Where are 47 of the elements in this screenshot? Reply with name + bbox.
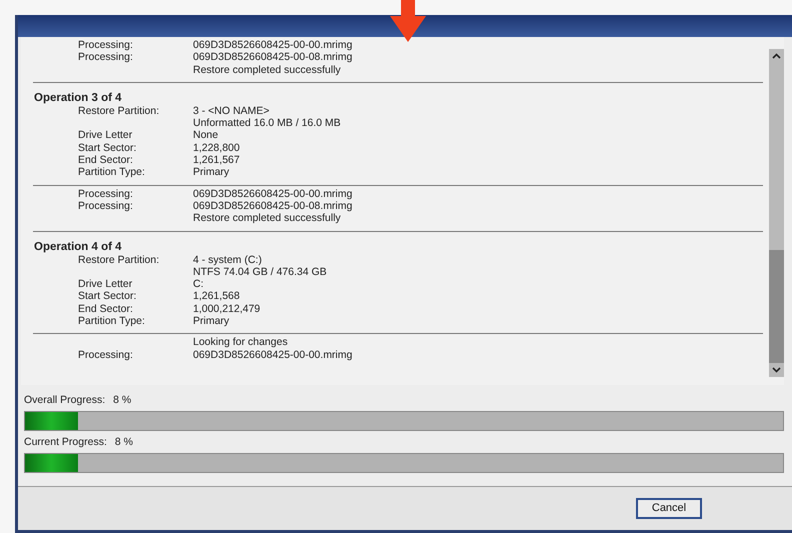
- field-value: 069D3D8526608425-00-08.mrimg: [193, 51, 352, 64]
- field-value: 069D3D8526608425-00-00.mrimg: [193, 188, 352, 200]
- field-value: 069D3D8526608425-00-08.mrimg: [193, 200, 352, 212]
- field-label: Partition Type:: [78, 315, 146, 328]
- field-value: Unformatted 16.0 MB / 16.0 MB: [193, 117, 341, 130]
- field-label: Start Sector:: [78, 290, 138, 303]
- field-value: 1,228,800: [193, 142, 240, 154]
- field-label: Processing:: [78, 39, 134, 52]
- field-value: 069D3D8526608425-00-00.mrimg: [193, 39, 352, 52]
- field-value: Primary: [193, 315, 230, 328]
- field-label: Processing:: [78, 200, 134, 212]
- field-value: 1,261,567: [193, 154, 240, 166]
- field-value: Restore completed successfully: [193, 212, 341, 225]
- field-value: Primary: [193, 166, 230, 179]
- scroll-down-icon[interactable]: [772, 366, 781, 373]
- field-label: Restore Partition:: [78, 104, 160, 118]
- field-label: End Sector:: [78, 302, 134, 316]
- progress-label: Current Progress:: [24, 435, 107, 449]
- scrollbar[interactable]: [769, 49, 784, 377]
- field-label: Restore Partition:: [78, 254, 160, 266]
- field-value: 1,000,212,479: [193, 302, 260, 316]
- field-value: 4 - system (C:): [193, 254, 262, 266]
- operation-heading: Operation 3 of 4: [34, 90, 123, 105]
- field-label: Partition Type:: [78, 166, 146, 179]
- field-label: Drive Letter: [78, 129, 134, 142]
- progress-reading: 8 %: [113, 393, 132, 407]
- progress-reading: 8 %: [114, 435, 133, 449]
- progress-label: Overall Progress:: [24, 393, 106, 407]
- field-label: End Sector:: [78, 154, 134, 166]
- field-label: Drive Letter: [78, 278, 134, 290]
- field-value: NTFS 74.04 GB / 476.34 GB: [193, 266, 327, 278]
- field-label: Processing:: [78, 348, 134, 361]
- scroll-up-icon[interactable]: [772, 53, 781, 60]
- field-value: None: [193, 129, 218, 142]
- operation-heading: Operation 4 of 4: [34, 240, 123, 254]
- field-value: Looking for changes: [193, 336, 288, 349]
- field-value: 1,261,568: [193, 290, 240, 303]
- field-value: C:: [193, 278, 204, 290]
- field-label: Start Sector:: [78, 142, 138, 154]
- field-value: 069D3D8526608425-00-00.mrimg: [193, 348, 352, 361]
- arrow-icon: [388, 0, 428, 42]
- field-value: 3 - <NO NAME>: [193, 104, 270, 118]
- field-label: Processing:: [78, 51, 134, 64]
- field-value: Restore completed successfully: [193, 64, 341, 76]
- scrollbar-thumb[interactable]: [769, 250, 784, 363]
- field-label: Processing:: [78, 188, 134, 200]
- cancel-button[interactable]: Cancel: [636, 498, 702, 519]
